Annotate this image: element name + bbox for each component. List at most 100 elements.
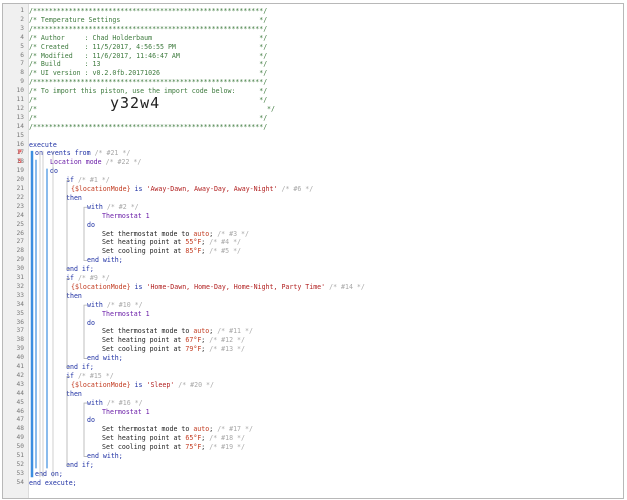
line-marker: P (18, 149, 22, 157)
line-number: 36 (16, 318, 24, 326)
code-line: 25 do (3, 221, 623, 230)
hint-comment: /* #18 */ (209, 434, 245, 443)
set-heat-statement: Set heating point at (102, 336, 182, 345)
line-content: Set heating point at 55°F; /* #4 */ (102, 238, 241, 247)
line-marker: S (18, 158, 22, 166)
header-comment: /* */ (29, 113, 268, 122)
hint-comment: /* #17 */ (217, 425, 253, 434)
header-comment: /* (29, 104, 37, 113)
line-content: Set cooling point at 75°F; /* #19 */ (102, 443, 245, 452)
line-content: end if; (66, 363, 94, 372)
code-line: 21 {$locationMode} is 'Away-Dawn, Away-Da… (3, 185, 623, 194)
code-line: 26 Set thermostat mode to auto; /* #3 */ (3, 230, 623, 239)
line-number: 46 (16, 407, 24, 415)
end-if-keyword: end if; (66, 363, 94, 371)
location-mode-variable: {$locationMode} (71, 185, 131, 193)
line-number: 50 (16, 443, 24, 451)
code-line: 12 /* */ y32w4 (3, 95, 623, 114)
end-with-keyword: end with; (87, 354, 123, 363)
line-content: do (50, 167, 58, 176)
code-line: 49 Set heating point at 65°F; /* #18 */ (3, 434, 623, 443)
end-with-keyword: end with; (87, 452, 123, 460)
line-content: end if; (66, 461, 94, 470)
line-content: {$locationMode} is 'Away-Dawn, Away-Day,… (71, 185, 313, 194)
if-keyword: if (66, 371, 74, 380)
line-content: with /* #2 */ (87, 203, 139, 212)
line-number: 28 (16, 247, 24, 255)
code-line: 15 (3, 132, 623, 141)
code-line: 34 with /* #10 */ (3, 301, 623, 310)
code-line: 17 Pon events from /* #21 */ (3, 149, 623, 158)
line-content: if /* #1 */ (66, 176, 110, 185)
line-number: 54 (16, 478, 24, 486)
line-number: 48 (16, 425, 24, 433)
code-line: 48 Set thermostat mode to auto; /* #17 */ (3, 425, 623, 434)
line-content: /***************************************… (29, 25, 267, 34)
line-number: 29 (16, 256, 24, 264)
set-mode-statement: Set thermostat mode to (102, 425, 190, 434)
hint-comment: /* #11 */ (217, 327, 253, 336)
hint-comment: /* #13 */ (209, 345, 245, 354)
hint-comment: /* #15 */ (77, 371, 114, 380)
header-comment: */ (267, 104, 275, 113)
line-content: /***************************************… (29, 78, 267, 87)
line-number: 38 (16, 336, 24, 344)
do-keyword: do (87, 318, 95, 327)
with-keyword: with (87, 398, 103, 407)
hint-comment: /* #2 */ (106, 202, 139, 211)
condition-value: 'Sleep' (146, 380, 175, 389)
line-number: 22 (16, 193, 24, 201)
hint-comment: /* #4 */ (209, 238, 242, 247)
hint-comment: /* #6 */ (281, 185, 314, 193)
line-number: 47 (16, 416, 24, 424)
code-line: 23 with /* #2 */ (3, 203, 623, 212)
condition-value: 'Away-Dawn, Away-Day, Away-Night' (146, 185, 278, 193)
line-content: do (87, 319, 95, 328)
header-comment: /* Author : Chad Holderbaum */ (29, 33, 268, 42)
location-mode-device: Location mode (50, 158, 102, 167)
line-content: /* Temperature Settings */ (29, 16, 267, 25)
set-cool-statement: Set cooling point at (102, 247, 182, 256)
code-line: 10/* To import this piston, use the impo… (3, 87, 623, 96)
line-content: do (87, 416, 95, 425)
line-number: 53 (16, 469, 24, 477)
code-line: 37 Set thermostat mode to auto; /* #11 */ (3, 327, 623, 336)
line-number: 25 (16, 220, 24, 228)
code-line: 38 Set heating point at 67°F; /* #12 */ (3, 336, 623, 345)
line-number: 2 (20, 15, 24, 23)
hint-comment: /* #16 */ (106, 398, 143, 407)
code-line: 22 then (3, 194, 623, 203)
hint-comment: /* #22 */ (105, 158, 142, 167)
line-number: 37 (16, 327, 24, 335)
code-line: 44 then (3, 390, 623, 399)
code-line: 30 end if; (3, 265, 623, 274)
thermostat-device: Thermostat 1 (102, 407, 150, 416)
code-line: 35 Thermostat 1 (3, 310, 623, 319)
code-line: 52 end if; (3, 461, 623, 470)
line-number: 1 (20, 7, 24, 14)
line-content: Thermostat 1 (102, 212, 150, 221)
line-content: then (66, 292, 82, 301)
code-line: 3 /**************************************… (3, 25, 623, 34)
set-cool-statement: Set cooling point at (102, 443, 182, 452)
line-number: 8 (20, 69, 24, 77)
line-content: with /* #10 */ (87, 301, 143, 310)
line-content: execute (29, 141, 57, 150)
code-line: 8 /* UI version : v0.2.0fb.20171026 */ (3, 69, 623, 78)
code-line: 51 end with; (3, 452, 623, 461)
line-content: Location mode /* #22 */ (50, 158, 141, 167)
line-number: 24 (16, 211, 24, 219)
code-line: 13 /* */ (3, 114, 623, 123)
line-content: Set cooling point at 85°F; /* #5 */ (102, 247, 241, 256)
code-line: 20 if /* #1 */ (3, 176, 623, 185)
code-line: 43 {$locationMode} is 'Sleep' /* #20 */ (3, 381, 623, 390)
location-mode-variable: {$locationMode} (71, 282, 131, 291)
line-number: 9 (20, 78, 24, 86)
header-comment: /* UI version : v0.2.0fb.20171026 */ (29, 69, 268, 78)
line-content: /* */ y32w4 (29, 95, 275, 114)
line-content: do (87, 221, 95, 230)
code-editor[interactable]: 1 /**************************************… (2, 3, 624, 499)
line-number: 23 (16, 202, 24, 210)
code-line: 14 /*************************************… (3, 123, 623, 132)
code-line: 40 end with; (3, 354, 623, 363)
